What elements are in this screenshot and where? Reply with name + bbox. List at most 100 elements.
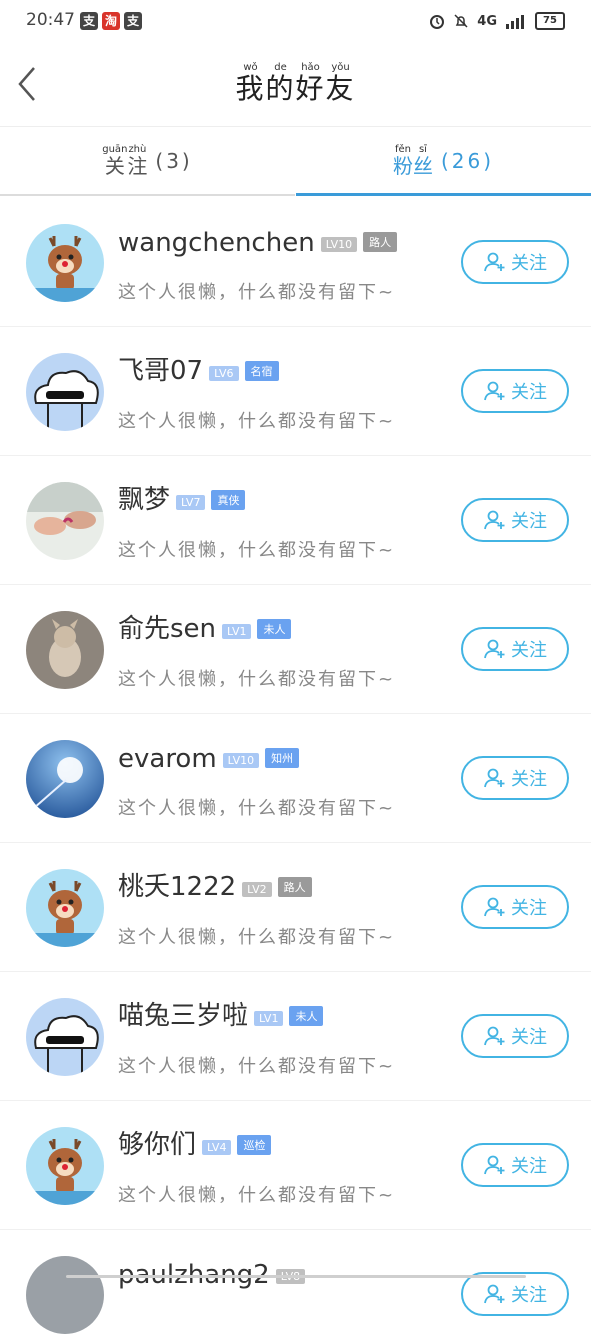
header: 我wǒ的de好hǎo友yǒu <box>0 44 591 127</box>
user-name-line: 飞哥07 LV6 名宿 <box>118 353 279 387</box>
list-item[interactable]: 飘梦 LV7 真侠 这个人很懒，什么都没有留下~ 关注 <box>0 456 591 585</box>
user-name: 喵兔三岁啦 <box>118 1001 249 1031</box>
follow-button-label: 关注 <box>511 1156 547 1177</box>
fans-list: wangchenchen LV10 路人 这个人很懒，什么都没有留下~ 关注 飞哥07 LV… <box>0 198 591 1334</box>
user-name-line: 喵兔三岁啦 LV1 未人 <box>118 998 324 1032</box>
user-signature: 这个人很懒，什么都没有留下~ <box>118 282 396 303</box>
level-badge: LV10 <box>222 753 260 768</box>
add-user-icon <box>484 1026 505 1046</box>
user-signature: 这个人很懒，什么都没有留下~ <box>118 540 396 561</box>
user-signature: 这个人很懒，什么都没有留下~ <box>118 1185 396 1206</box>
follow-button[interactable]: 关注 <box>461 1272 569 1316</box>
add-user-icon <box>484 897 505 917</box>
follow-button[interactable]: 关注 <box>461 369 569 413</box>
avatar[interactable] <box>26 1127 104 1205</box>
tab-divider <box>0 194 295 196</box>
network-label: 4G <box>477 13 497 29</box>
alipay-icon: 支 <box>124 12 142 30</box>
follow-button[interactable]: 关注 <box>461 627 569 671</box>
user-signature: 这个人很懒，什么都没有留下~ <box>118 798 396 819</box>
avatar[interactable] <box>26 1256 104 1334</box>
level-badge: LV1 <box>222 624 252 639</box>
user-name-line: evarom LV10 知州 <box>118 740 300 774</box>
add-user-icon <box>484 252 505 272</box>
avatar[interactable] <box>26 998 104 1076</box>
user-signature: 这个人很懒，什么都没有留下~ <box>118 669 396 690</box>
tab-following-char: 注zhù <box>127 143 148 178</box>
user-signature: 这个人很懒，什么都没有留下~ <box>118 927 396 948</box>
level-badge: LV6 <box>209 366 239 381</box>
user-name-line: 够你们 LV4 巡检 <box>118 1127 272 1161</box>
follow-button-label: 关注 <box>511 1285 547 1306</box>
follow-button-label: 关注 <box>511 640 547 661</box>
user-name-line: wangchenchen LV10 路人 <box>118 224 398 258</box>
tab-fans-char: 丝sī <box>412 143 433 178</box>
user-name: 飘梦 <box>118 485 171 515</box>
tab-bar: 关guān注zhù (3) 粉fěn丝sī (26) <box>0 127 591 197</box>
signal-icon <box>506 15 524 29</box>
follow-button-label: 关注 <box>511 511 547 532</box>
alipay-icon: 支 <box>80 12 98 30</box>
list-item[interactable]: evarom LV10 知州这个人很懒，什么都没有留下~ 关注 <box>0 714 591 843</box>
avatar[interactable] <box>26 869 104 947</box>
list-item[interactable]: wangchenchen LV10 路人这个人很懒，什么都没有留下~ 关注 <box>0 198 591 327</box>
list-item[interactable]: 够你们 LV4 巡检这个人很懒，什么都没有留下~ 关注 <box>0 1101 591 1230</box>
tab-fans-label: 粉fěn丝sī <box>393 144 433 179</box>
user-name: 飞哥07 <box>118 356 204 386</box>
follow-button[interactable]: 关注 <box>461 885 569 929</box>
tab-following[interactable]: 关guān注zhù (3) <box>0 127 295 195</box>
follow-button[interactable]: 关注 <box>461 756 569 800</box>
user-name-line: 俞先sen LV1 未人 <box>118 611 292 645</box>
status-indicators: 4G 75 <box>429 12 565 30</box>
follow-button[interactable]: 关注 <box>461 1014 569 1058</box>
follow-button[interactable]: 关注 <box>461 498 569 542</box>
tab-active-indicator <box>296 193 591 196</box>
tab-fans-count: (26) <box>440 149 495 173</box>
list-item[interactable]: 俞先sen LV1 未人这个人很懒，什么都没有留下~ 关注 <box>0 585 591 714</box>
avatar[interactable] <box>26 611 104 689</box>
title-char: 友yǒu <box>325 62 356 105</box>
taobao-icon: 淘 <box>102 12 120 30</box>
rank-badge: 未人 <box>289 1006 324 1026</box>
scroll-indicator <box>66 1275 526 1278</box>
follow-button-label: 关注 <box>511 898 547 919</box>
add-user-icon <box>484 768 505 788</box>
list-item[interactable]: paulzhang2LV8 关注 <box>0 1230 591 1334</box>
rank-badge: 巡检 <box>237 1135 272 1155</box>
avatar[interactable] <box>26 740 104 818</box>
tab-fans-char: 粉fěn <box>392 143 413 178</box>
page-title-text: 我wǒ的de好hǎo友yǒu <box>235 62 356 105</box>
title-char: 好hǎo <box>295 62 326 105</box>
page-title: 我wǒ的de好hǎo友yǒu <box>0 62 591 107</box>
follow-button-label: 关注 <box>511 382 547 403</box>
list-item[interactable]: 桃夭1222 LV2 路人 这个人很懒，什么都没有留下~ 关注 <box>0 843 591 972</box>
user-signature: 这个人很懒，什么都没有留下~ <box>118 411 396 432</box>
level-badge: LV7 <box>176 495 206 510</box>
level-badge: LV10 <box>320 237 358 252</box>
avatar[interactable] <box>26 353 104 431</box>
list-item[interactable]: 喵兔三岁啦 LV1 未人这个人很懒，什么都没有留下~ 关注 <box>0 972 591 1101</box>
user-signature: 这个人很懒，什么都没有留下~ <box>118 1056 396 1077</box>
level-badge: LV4 <box>202 1140 232 1155</box>
user-name: 桃夭1222 <box>118 872 237 902</box>
follow-button[interactable]: 关注 <box>461 240 569 284</box>
user-name: wangchenchen <box>118 228 315 258</box>
user-name: 够你们 <box>118 1130 197 1160</box>
add-user-icon <box>484 1284 505 1304</box>
tab-fans[interactable]: 粉fěn丝sī (26) <box>296 127 591 195</box>
follow-button-label: 关注 <box>511 769 547 790</box>
alarm-icon <box>430 15 445 29</box>
status-app-icons: 支 淘 支 <box>80 12 142 30</box>
follow-button[interactable]: 关注 <box>461 1143 569 1187</box>
add-user-icon <box>484 639 505 659</box>
add-user-icon <box>484 1155 505 1175</box>
avatar[interactable] <box>26 482 104 560</box>
status-bar: 20:47 支 淘 支 4G 75 <box>0 0 591 44</box>
tab-following-label: 关guān注zhù <box>102 144 147 179</box>
tab-following-char: 关guān <box>102 143 128 178</box>
rank-badge: 路人 <box>363 232 398 252</box>
follow-button-label: 关注 <box>511 1027 547 1048</box>
follow-button-label: 关注 <box>511 253 547 274</box>
avatar[interactable] <box>26 224 104 302</box>
list-item[interactable]: 飞哥07 LV6 名宿 这个人很懒，什么都没有留下~ 关注 <box>0 327 591 456</box>
